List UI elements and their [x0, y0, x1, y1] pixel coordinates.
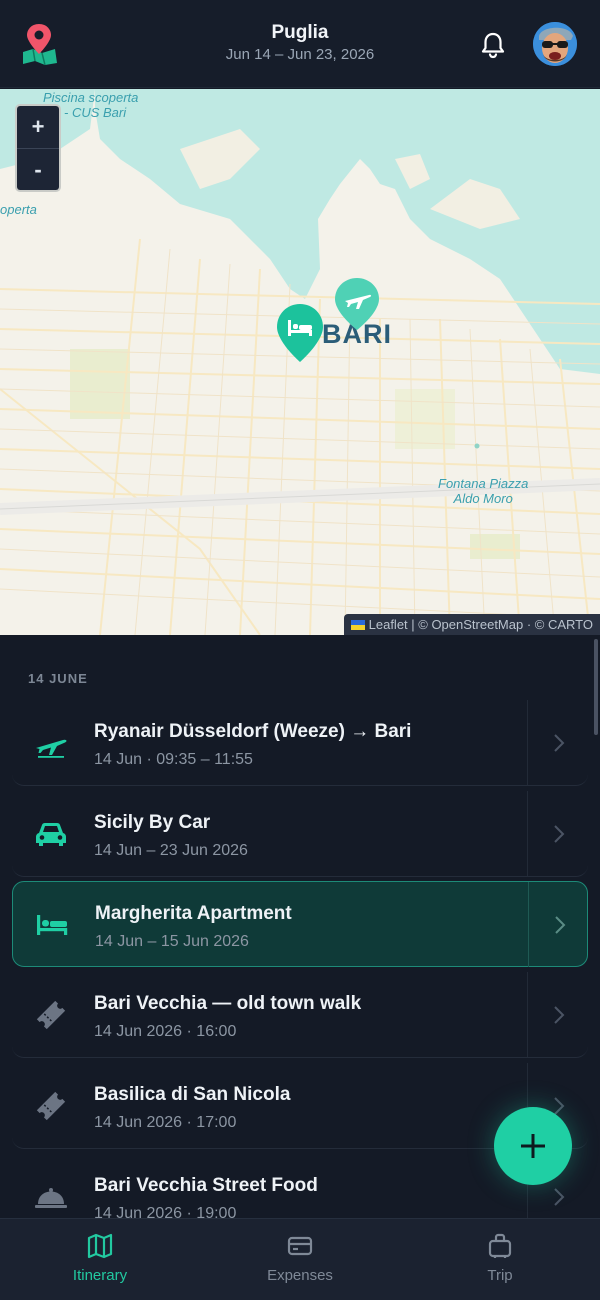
item-subtitle: 14 Jun – 15 Jun 2026 — [95, 933, 249, 950]
suitcase-icon — [486, 1233, 514, 1259]
top-header: Puglia Jun 14 – Jun 23, 2026 — [0, 0, 600, 88]
map-label-pool-fragment: operta — [0, 202, 37, 217]
nav-label-itinerary: Itinerary — [72, 1267, 128, 1284]
plus-icon — [521, 1134, 545, 1158]
item-name: Sicily By Car — [94, 812, 211, 833]
map-pin-hotel[interactable] — [275, 302, 325, 369]
itinerary-item-car[interactable]: Sicily By Car 14 Jun – 23 Jun 2026 — [12, 791, 588, 877]
zoom-out-button[interactable]: - — [17, 148, 59, 190]
item-divider — [527, 972, 528, 1057]
nav-tab-itinerary[interactable]: Itinerary — [0, 1219, 200, 1300]
add-item-button[interactable] — [494, 1107, 572, 1185]
map-icon — [86, 1233, 114, 1259]
nav-tab-expenses[interactable]: Expenses — [200, 1219, 400, 1300]
chevron-right-icon[interactable] — [552, 1004, 566, 1026]
ticket-icon — [34, 1000, 68, 1030]
chevron-right-icon[interactable] — [552, 823, 566, 845]
app-root: Puglia Jun 14 – Jun 23, 2026 + - Piscina… — [0, 0, 600, 1300]
item-subtitle: 14 Jun – 23 Jun 2026 — [94, 842, 248, 859]
car-icon — [34, 819, 68, 849]
ukraine-flag-icon — [350, 619, 365, 630]
bell-icon[interactable] — [480, 31, 506, 59]
map-attribution-text: Leaflet | © OpenStreetMap · © CARTO — [368, 617, 593, 632]
nav-label-expenses: Expenses — [267, 1267, 333, 1284]
item-subtitle: 14 Jun 2026 · 17:00 — [94, 1114, 237, 1131]
item-name: Bari Vecchia Street Food — [94, 1175, 318, 1196]
trip-dates: Jun 14 – Jun 23, 2026 — [225, 46, 375, 63]
map-label-piazza-line2: Aldo Moro — [453, 491, 513, 506]
avatar[interactable] — [533, 22, 577, 66]
ticket-icon — [34, 1091, 68, 1121]
map-label-piazza-line1: Fontana Piazza — [438, 476, 529, 491]
trip-title-block[interactable]: Puglia Jun 14 – Jun 23, 2026 — [150, 22, 450, 64]
map-zoom-control: + - — [15, 104, 61, 192]
itinerary-item-activity[interactable]: Bari Vecchia — old town walk 14 Jun 2026… — [12, 972, 588, 1058]
day-heading: 14 JUNE — [28, 671, 88, 686]
item-name: Bari Vecchia — old town walk — [94, 993, 362, 1014]
nav-tab-trip[interactable]: Trip — [400, 1219, 600, 1300]
chevron-right-icon[interactable] — [553, 914, 567, 936]
item-divider — [528, 882, 529, 967]
itinerary-item-flight[interactable]: Ryanair Düsseldorf (Weeze) → Bari 14 Jun… — [12, 700, 588, 786]
bottom-nav: Itinerary Expenses Trip — [0, 1218, 600, 1300]
nav-label-trip: Trip — [487, 1267, 513, 1284]
item-subtitle: 14 Jun 2026 · 19:00 — [94, 1205, 237, 1218]
item-divider — [527, 700, 528, 785]
credit-card-icon — [286, 1233, 314, 1259]
map-label-pool-line1: Piscina scoperta — [43, 90, 139, 105]
item-divider — [527, 791, 528, 876]
item-name: Margherita Apartment — [95, 903, 292, 924]
trip-title: Puglia — [271, 22, 329, 43]
item-name: Ryanair Düsseldorf (Weeze) → Bari — [94, 721, 412, 742]
zoom-in-button[interactable]: + — [17, 106, 59, 148]
map-pin-logo-icon[interactable] — [20, 22, 60, 66]
item-subtitle: 14 Jun · 09:35 – 11:55 — [94, 751, 253, 768]
map-pin-flight[interactable] — [333, 276, 381, 337]
map-label-piazza: Fontana Piazza Aldo Moro — [438, 476, 528, 506]
scrollbar[interactable] — [594, 639, 598, 735]
map-attribution[interactable]: Leaflet | © OpenStreetMap · © CARTO — [343, 614, 600, 635]
itinerary-item-accommodation[interactable]: Margherita Apartment 14 Jun – 15 Jun 202… — [12, 881, 588, 967]
bed-icon — [35, 910, 69, 940]
chevron-right-icon[interactable] — [552, 1186, 566, 1208]
food-cloche-icon — [34, 1182, 68, 1212]
trip-map[interactable]: + - Piscina scoperta - CUS Bari operta B… — [0, 89, 600, 635]
chevron-right-icon[interactable] — [552, 732, 566, 754]
item-subtitle: 14 Jun 2026 · 16:00 — [94, 1023, 237, 1040]
plane-icon — [34, 728, 68, 758]
item-name: Basilica di San Nicola — [94, 1084, 291, 1105]
